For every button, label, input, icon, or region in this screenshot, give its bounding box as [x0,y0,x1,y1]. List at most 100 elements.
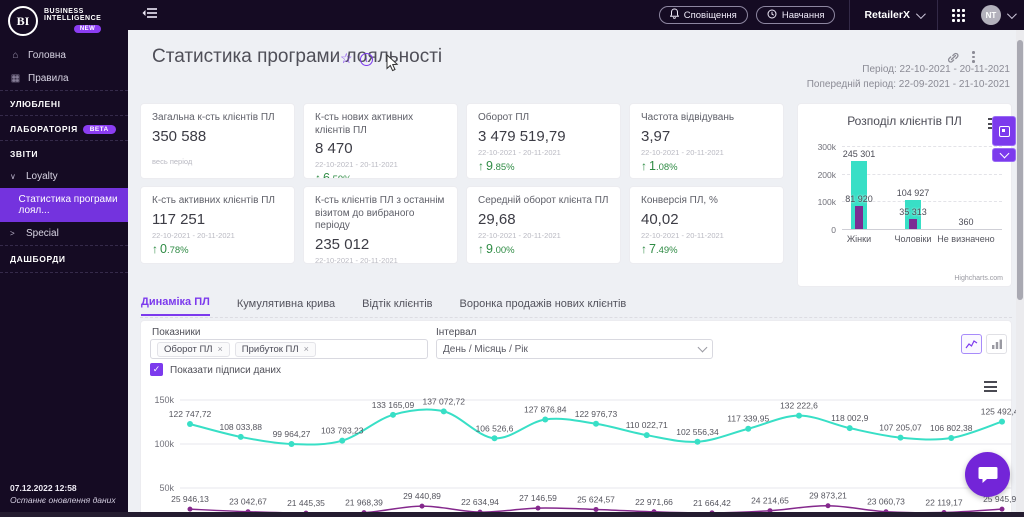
line-data-label: 110 022,71 [626,420,668,430]
remove-chip-icon[interactable]: × [218,344,223,354]
highcharts-credit: Highcharts.com [954,275,1003,282]
panel-icon [998,125,1010,137]
last-update-timestamp: 07.12.2022 12:58 [10,482,77,493]
line-data-label: 137 072,72 [422,396,465,406]
home-icon: ⌂ [12,50,19,61]
kpi-card-4: К-сть активних клієнтів ПЛ 117 251 22-10-2… [140,186,295,264]
info-icon[interactable]: i [360,53,373,66]
tab-2[interactable]: Відтік клієнтів [362,298,432,316]
kpi-value: 3 479 519,79 [478,127,566,145]
scrollbar-thumb[interactable] [1017,40,1023,300]
line-data-label: 106 802,38 [930,423,973,433]
line-data-label: 103 793,23 [321,426,364,436]
bar-К-сть активних клієнтів ПЛ[interactable] [909,219,917,229]
kpi-delta: ↑6.59% [315,171,446,178]
kpi-title: К-сть клієнтів ПЛ з останнім візитом до … [315,195,445,231]
line-data-label: 22 634,94 [461,497,499,507]
metric-chip-1[interactable]: Прибуток ПЛ × [234,341,316,357]
sidebar-item-1[interactable]: ▦ Правила [0,67,128,90]
metrics-input[interactable]: Оборот ПЛ × Прибуток ПЛ × [150,339,428,359]
chat-button[interactable] [965,452,1010,497]
beta-badge: BETA [82,124,116,134]
line-chart-menu-icon[interactable] [984,381,997,392]
tab-3[interactable]: Воронка продажів нових клієнтів [460,298,627,316]
sidebar-collapse-icon[interactable] [142,6,157,24]
tenant-selector[interactable]: RetailerX [864,8,926,21]
up-arrow-icon: ↑ [641,158,647,173]
avatar[interactable]: NT [981,5,1001,25]
apps-grid-icon[interactable] [952,8,965,22]
panel-collapse-button[interactable] [992,148,1016,162]
notifications-button[interactable]: Сповіщення [658,6,748,24]
training-label: Навчання [781,9,825,21]
interval-value: День / Місяць / Рік [443,343,528,355]
app-logo[interactable]: BI BUSINESS INTELLIGENCE NEW [0,0,128,40]
sidebar-item-0[interactable]: ⌂ Головна [0,44,128,67]
kpi-title: Середній оборот клієнта ПЛ [478,195,609,206]
training-button[interactable]: Навчання [755,6,836,24]
data-refresh-info: 07.12.2022 12:58 Останнє оновлення даних [10,482,116,508]
line-data-label: 21 664,42 [693,498,731,508]
bar-value-label: 81 920 [845,194,873,205]
favorite-star-icon[interactable]: ☆ [340,50,353,67]
interval-select[interactable]: День / Місяць / Рік [436,339,713,359]
sidebar-item-7[interactable]: > Special [0,222,128,245]
logo-line2: INTELLIGENCE [44,15,102,23]
kpi-title: К-сть нових активних клієнтів ПЛ [315,112,414,136]
metrics-label: Показники [152,327,201,338]
kpi-value: 117 251 [152,210,206,228]
sidebar-item-5[interactable]: ∨ Loyalty [0,165,128,188]
sidebar-section-8: ДАШБОРДИ [0,245,128,273]
line-data-label: 99 964,27 [273,429,311,439]
bar-chart-toggle-button[interactable] [986,334,1007,354]
line-data-label: 107 205,07 [879,423,922,433]
bar-value-label: 360 [958,216,974,227]
tab-0[interactable]: Динаміка ПЛ [141,296,210,316]
metric-chip-0[interactable]: Оборот ПЛ × [157,341,230,357]
kpi-period: 22-10-2021 - 20-11-2021 [315,160,398,169]
kpi-card-0: Загальна к-сть клієнтів ПЛ 350 588 весь пе… [140,103,295,179]
bottom-edge [0,512,1024,517]
show-data-labels-checkbox[interactable]: ✓ [150,363,163,376]
page-title: Статистика програми лояльності [152,46,443,67]
panel-toggle-button[interactable] [992,116,1016,146]
kpi-value: 40,02 [641,210,679,228]
bar-К-сть активних клієнтів ПЛ[interactable] [855,206,863,229]
sidebar-item-6[interactable]: Статистика програми лоял... [0,188,128,222]
client-distribution-chart-card: Розподіл клієнтів ПЛ 300k 200k 100k 0 245 30… [797,103,1012,371]
kpi-period: 22-10-2021 - 20-11-2021 [641,147,724,157]
line-ytick: 50k [159,483,174,493]
line-data-label: 29 873,21 [809,491,847,501]
line-data-label: 118 002,9 [831,413,868,423]
kpi-delta: ↑ 9.00% [478,241,515,256]
avatar-initials: NT [985,10,997,20]
up-arrow-icon: ↑ [478,158,484,173]
bar-xaxis [842,229,1002,230]
tab-1[interactable]: Кумулятивна крива [237,298,335,316]
line-chart-toggle-button[interactable] [961,334,982,354]
line-data-label: 25 946,13 [171,494,209,504]
line-data-label: 122 976,73 [575,409,618,419]
line-data-label: 27 146,59 [519,493,557,503]
topbar-divider [849,0,851,30]
kpi-value: 3,97 [641,127,671,145]
dynamics-line-chart: 122 747,72 108 033,88 99 964,27 103 793,23 1… [169,396,1024,516]
metric-chip-label: Прибуток ПЛ [241,343,299,355]
line-ytick: 100k [154,439,174,449]
chat-bubble-icon [978,466,997,483]
line-data-label: 132 222,6 [780,401,818,411]
kpi-card-2: Оборот ПЛ 3 479 519,79 22-10-2021 - 20-11-… [466,103,621,179]
remove-chip-icon[interactable]: × [304,344,309,354]
more-options-icon[interactable] [972,51,975,63]
line-data-label: 122 747,72 [169,409,212,419]
kpi-delta: ↑ 7.49% [641,241,678,256]
kpi-delta: ↑ 1.08% [641,158,678,173]
chevron-down-icon[interactable] [1006,8,1017,19]
sidebar-section-label: ЗВІТИ [10,149,39,159]
sidebar-item-label: Статистика програми лоял... [18,194,118,216]
line-data-label: 25 624,57 [577,494,615,504]
kpi-title: К-сть активних клієнтів ПЛ [152,195,275,206]
sidebar-section-label: ЛАБОРАТОРІЯ [10,124,78,134]
metric-chip-label: Оборот ПЛ [164,343,213,355]
line-data-label: 133 165,09 [372,400,415,410]
